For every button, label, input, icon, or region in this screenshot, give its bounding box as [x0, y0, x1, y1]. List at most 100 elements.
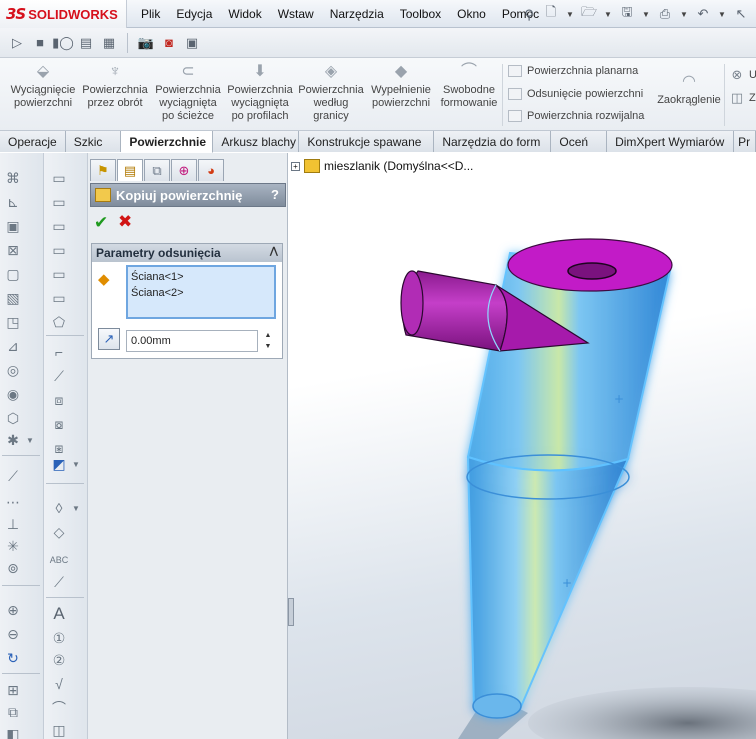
ok-button[interactable]: ✔ — [94, 213, 108, 233]
datum-icon[interactable]: ◫ — [50, 721, 68, 739]
pin-icon[interactable]: ⚲ — [518, 5, 540, 25]
model-view[interactable]: + + — [288, 153, 756, 739]
spline-icon[interactable]: ⊚ — [4, 559, 22, 577]
record-pause-icon[interactable]: ▮◯ — [52, 33, 74, 53]
weld-symbol-icon[interactable]: ⌒ — [50, 699, 68, 717]
edit-macro-icon[interactable]: ▦ — [98, 33, 120, 53]
3d-sketch-icon[interactable]: ⌘ — [4, 169, 22, 187]
planar-surface-button[interactable]: Powierzchnia planarna — [508, 65, 638, 77]
view-top-icon[interactable]: ▭ — [50, 265, 68, 283]
new-macro-icon[interactable]: ▤ — [75, 33, 97, 53]
new-document-icon[interactable]: 🗋 — [540, 4, 562, 24]
chevron-down-icon[interactable]: ▼ — [716, 4, 728, 24]
feature-manager-tab[interactable]: ⚑ — [90, 159, 116, 181]
mate-icon[interactable]: ◇ — [50, 523, 68, 541]
shell-icon[interactable]: ▢ — [4, 265, 22, 283]
draft-icon[interactable]: ◳ — [4, 313, 22, 331]
list-item[interactable]: Ściana<1> — [131, 269, 271, 285]
menu-view[interactable]: Widok — [220, 7, 269, 21]
chevron-up-icon[interactable]: ⋀ — [270, 246, 278, 257]
replace-face-button[interactable]: ◫ Z — [730, 88, 756, 108]
ruled-surface-button[interactable]: Powierzchnia rozwijalna — [508, 110, 644, 122]
selection-list[interactable]: Ściana<1> Ściana<2> — [126, 265, 276, 319]
undo-icon[interactable]: ↶ — [692, 4, 714, 24]
view-iso-icon[interactable]: ⬠ — [50, 313, 68, 331]
play-icon[interactable]: ▷ — [6, 33, 28, 53]
tab-more[interactable]: Pr — [734, 131, 756, 152]
group-header[interactable]: Parametry odsunięcia ⋀ — [92, 244, 282, 262]
section-view-icon[interactable]: ⊞ — [4, 681, 22, 699]
view-left-icon[interactable]: ▭ — [50, 217, 68, 235]
chevron-down-icon[interactable]: ▼ — [70, 499, 82, 517]
surface-finish-icon[interactable]: √ — [50, 675, 68, 693]
camera-icon[interactable]: 📷 — [135, 33, 157, 53]
configuration-manager-tab[interactable]: ⧉ — [144, 159, 170, 181]
open-icon[interactable]: 🗁 — [578, 4, 600, 24]
chevron-down-icon[interactable]: ▼ — [640, 4, 652, 24]
tab-mold-tools[interactable]: Narzędzia do form — [434, 131, 552, 152]
property-manager-tab[interactable]: ▤ — [117, 159, 143, 181]
text-icon[interactable]: A — [50, 604, 68, 623]
menu-window[interactable]: Okno — [449, 7, 494, 21]
freeform-button[interactable]: ⌒ Swobodne formowanie — [436, 62, 502, 110]
help-button[interactable]: ? — [271, 187, 279, 202]
dimension-icon[interactable]: ⊾ — [4, 193, 22, 211]
tab-sketch[interactable]: Szkic — [65, 131, 122, 152]
menu-edit[interactable]: Edycja — [168, 7, 220, 21]
tab-evaluate[interactable]: Oceń — [551, 131, 608, 152]
chamfer-icon[interactable]: ⊿ — [4, 337, 22, 355]
display-manager-tab[interactable]: ◕ — [198, 159, 224, 181]
extruded-surface-button[interactable]: ⬙ Wyciągnięcie powierzchni — [4, 62, 82, 110]
delete-face-button[interactable]: ⊗ U — [730, 65, 756, 85]
stop-icon[interactable]: ■ — [29, 33, 51, 53]
zoom-area-icon[interactable]: ⊖ — [4, 625, 22, 643]
sketch-fillet-icon[interactable]: ⌐ — [50, 343, 68, 361]
chevron-down-icon[interactable]: ▼ — [24, 431, 36, 449]
display-style-icon[interactable]: ⧉ — [4, 703, 22, 721]
offset-distance-input[interactable] — [126, 330, 258, 352]
inlet-pipe-end[interactable] — [400, 270, 424, 336]
flex-icon[interactable]: ⬡ — [4, 409, 22, 427]
convert-entities-icon[interactable]: ⧇ — [50, 415, 68, 433]
view-orientation-icon[interactable]: ◩ — [50, 455, 68, 473]
screen-capture-icon[interactable]: ▣ — [181, 33, 203, 53]
app-logo[interactable]: 3S SOLIDWORKS — [0, 0, 127, 28]
tab-dimxpert[interactable]: DimXpert Wymiarów — [607, 131, 735, 152]
zoom-fit-icon[interactable]: ⊕ — [4, 601, 22, 619]
chevron-down-icon[interactable]: ▼ — [602, 4, 614, 24]
graphics-area[interactable]: + mieszlanik (Domyślna<<D... + + — [288, 153, 756, 739]
line-icon[interactable]: ⟋ — [4, 467, 22, 485]
snap-icon[interactable]: ✳ — [4, 537, 22, 555]
view-back-icon[interactable]: ▭ — [50, 193, 68, 211]
tab-surfaces[interactable]: Powierzchnie — [121, 131, 214, 153]
view-right-icon[interactable]: ▭ — [50, 241, 68, 259]
select-arrow-icon[interactable]: ↖ — [730, 4, 752, 24]
cut-icon[interactable]: ⊠ — [4, 241, 22, 259]
lofted-surface-button[interactable]: ⬇ Powierzchnia wyciągnięta po profilach — [224, 62, 296, 123]
panel-splitter[interactable] — [288, 598, 294, 626]
chevron-down-icon[interactable]: ▼ — [678, 4, 690, 24]
hole-icon[interactable]: ◎ — [4, 361, 22, 379]
offset-stepper[interactable]: ▲ ▼ — [262, 330, 274, 352]
menu-tools[interactable]: Narzędzia — [322, 7, 392, 21]
revolved-surface-button[interactable]: ♆ Powierzchnia przez obrót — [80, 62, 150, 110]
filled-surface-button[interactable]: ◆ Wypełnienie powierzchni — [366, 62, 436, 110]
list-item[interactable]: Ściana<2> — [131, 285, 271, 301]
fillet-button[interactable]: ◠ Zaokrąglenie — [654, 72, 724, 107]
view-bottom-icon[interactable]: ▭ — [50, 289, 68, 307]
chevron-down-icon[interactable]: ▼ — [265, 343, 272, 350]
record-icon[interactable]: ◙ — [158, 33, 180, 53]
appearance-icon[interactable]: ◧ — [4, 725, 22, 739]
boundary-surface-button[interactable]: ◈ Powierzchnia według granicy — [296, 62, 366, 123]
print-icon[interactable]: ⎙ — [654, 4, 676, 24]
centerline-icon[interactable]: ⋯ — [4, 493, 22, 511]
tag-icon[interactable]: ◊ — [50, 499, 68, 517]
auto-balloon-icon[interactable]: ② — [50, 651, 68, 669]
measure-icon[interactable]: ⟋ — [50, 573, 68, 591]
rotate-icon[interactable]: ↻ — [4, 649, 22, 667]
spell-check-icon[interactable]: ABC — [50, 551, 69, 569]
chevron-up-icon[interactable]: ▲ — [265, 332, 272, 339]
top-hole[interactable] — [567, 262, 617, 280]
chevron-down-icon[interactable]: ▼ — [70, 455, 82, 473]
flip-offset-direction-icon[interactable]: ↗ — [98, 328, 120, 350]
